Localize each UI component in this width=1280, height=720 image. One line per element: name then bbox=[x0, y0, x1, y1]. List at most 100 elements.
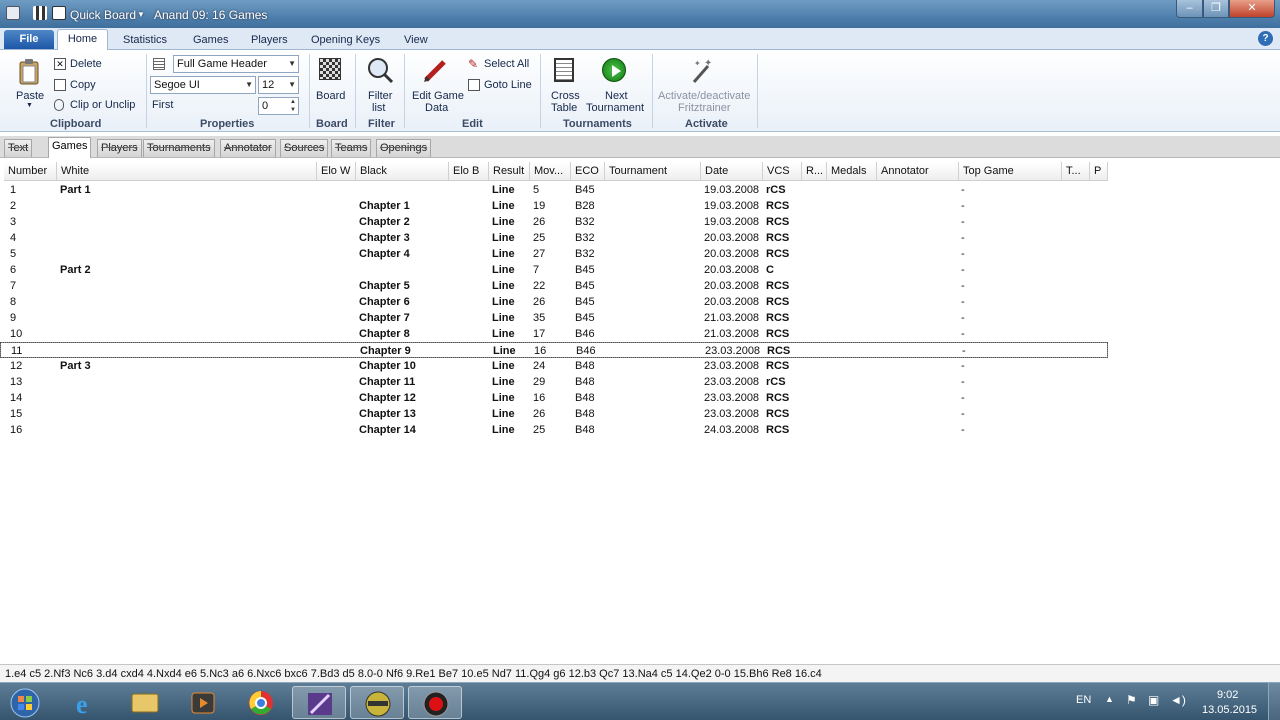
delete-button[interactable]: Delete bbox=[70, 58, 102, 70]
subtab-tournaments[interactable]: Tournaments bbox=[143, 139, 215, 157]
column-header[interactable]: VCS bbox=[763, 162, 802, 181]
network-icon[interactable]: ▣ bbox=[1148, 693, 1159, 707]
tab-games[interactable]: Games bbox=[193, 31, 228, 50]
fritz-taskbar-button[interactable] bbox=[350, 686, 404, 719]
media-player-icon[interactable] bbox=[176, 686, 230, 719]
edit-game-data-label-2[interactable]: Data bbox=[425, 102, 448, 114]
wand-icon[interactable]: ✦ ✦ bbox=[690, 56, 716, 84]
font-select[interactable]: Segoe UI ▼ bbox=[150, 76, 256, 94]
next-tournament-button[interactable]: Next bbox=[605, 90, 628, 102]
tab-players[interactable]: Players bbox=[251, 31, 288, 50]
column-header[interactable]: Medals bbox=[827, 162, 877, 181]
subtab-teams[interactable]: Teams bbox=[331, 139, 372, 157]
table-row[interactable]: 6 Part 2 Line 7 B45 20.03.2008 C - bbox=[0, 262, 1108, 278]
subtab-players[interactable]: Players bbox=[97, 139, 142, 157]
table-row[interactable]: 7 Chapter 5 Line 22 B45 20.03.2008 RCS - bbox=[0, 278, 1108, 294]
column-header[interactable]: Elo B bbox=[449, 162, 489, 181]
subtab-games[interactable]: Games bbox=[48, 137, 92, 158]
record-taskbar-button[interactable] bbox=[408, 686, 462, 719]
tab-statistics[interactable]: Statistics bbox=[123, 31, 167, 50]
tab-file[interactable]: File bbox=[4, 30, 54, 49]
tab-home[interactable]: Home bbox=[57, 29, 108, 50]
start-button[interactable] bbox=[2, 686, 48, 719]
cross-table-icon[interactable] bbox=[554, 58, 574, 82]
table-row[interactable]: 9 Chapter 7 Line 35 B45 21.03.2008 RCS - bbox=[0, 310, 1108, 326]
volume-icon[interactable]: ◄) bbox=[1170, 693, 1186, 707]
action-center-icon[interactable]: ⚑ bbox=[1126, 693, 1137, 707]
dropdown-icon[interactable]: ▼ bbox=[137, 10, 145, 19]
next-tournament-icon[interactable] bbox=[602, 58, 626, 82]
pen-icon[interactable] bbox=[422, 56, 450, 84]
select-all-button[interactable]: Select All bbox=[484, 58, 529, 70]
activate-fritztrainer-label-2[interactable]: Fritztrainer bbox=[678, 102, 731, 114]
subtab-text[interactable]: Text bbox=[4, 139, 33, 157]
column-header[interactable]: ECO bbox=[571, 162, 605, 181]
clock-date[interactable]: 13.05.2015 bbox=[1202, 704, 1257, 716]
table-row[interactable]: 1 Part 1 Line 5 B45 19.03.2008 rCS - bbox=[0, 182, 1108, 198]
filter-list-button[interactable]: Filter bbox=[368, 90, 392, 102]
next-tournament-label-2[interactable]: Tournament bbox=[586, 102, 644, 114]
column-header[interactable]: Tournament bbox=[605, 162, 701, 181]
table-row[interactable]: 16 Chapter 14 Line 25 B48 24.03.2008 RCS - bbox=[0, 422, 1108, 438]
minimize-button[interactable]: – bbox=[1176, 0, 1203, 18]
stepper-icon[interactable]: ▲ ▼ bbox=[290, 98, 296, 114]
column-header[interactable]: Mov... bbox=[530, 162, 571, 181]
table-row[interactable]: 4 Chapter 3 Line 25 B32 20.03.2008 RCS - bbox=[0, 230, 1108, 246]
window-icon[interactable] bbox=[52, 6, 66, 20]
table-row[interactable]: 2 Chapter 1 Line 19 B28 19.03.2008 RCS - bbox=[0, 198, 1108, 214]
quick-board-label[interactable]: Quick Board bbox=[70, 8, 136, 22]
show-desktop-button[interactable] bbox=[1268, 683, 1280, 720]
chrome-icon[interactable] bbox=[234, 686, 288, 719]
paste-icon[interactable] bbox=[18, 58, 40, 86]
board-button[interactable]: Board bbox=[316, 90, 345, 102]
tab-view[interactable]: View bbox=[404, 31, 428, 50]
clock-time[interactable]: 9:02 bbox=[1217, 689, 1238, 701]
subtab-openings[interactable]: Openings bbox=[376, 139, 432, 157]
table-row[interactable]: 3 Chapter 2 Line 26 B32 19.03.2008 RCS - bbox=[0, 214, 1108, 230]
column-header[interactable]: Black bbox=[356, 162, 449, 181]
column-header[interactable]: R... bbox=[802, 162, 827, 181]
table-row[interactable]: 11 Chapter 9 Line 16 B46 23.03.2008 RCS - bbox=[0, 342, 1108, 358]
table-row[interactable]: 8 Chapter 6 Line 26 B45 20.03.2008 RCS - bbox=[0, 294, 1108, 310]
maximize-button[interactable]: ❐ bbox=[1203, 0, 1229, 18]
column-header[interactable]: P bbox=[1090, 162, 1108, 181]
table-row[interactable]: 5 Chapter 4 Line 27 B32 20.03.2008 RCS - bbox=[0, 246, 1108, 262]
column-header[interactable]: T... bbox=[1062, 162, 1090, 181]
paste-button[interactable]: Paste bbox=[16, 90, 44, 102]
show-hidden-icons-icon[interactable]: ▲ bbox=[1105, 694, 1114, 704]
column-header[interactable]: White bbox=[57, 162, 317, 181]
cross-table-button[interactable]: Cross bbox=[551, 90, 580, 102]
first-stepper[interactable]: 0 ▲ ▼ bbox=[258, 97, 299, 115]
column-header[interactable]: Annotator bbox=[877, 162, 959, 181]
table-row[interactable]: 10 Chapter 8 Line 17 B46 21.03.2008 RCS - bbox=[0, 326, 1108, 342]
table-row[interactable]: 14 Chapter 12 Line 16 B48 23.03.2008 RCS - bbox=[0, 390, 1108, 406]
activate-fritztrainer-button[interactable]: Activate/deactivate bbox=[658, 90, 750, 102]
column-header[interactable]: Result bbox=[489, 162, 530, 181]
table-row[interactable]: 12 Part 3 Chapter 10 Line 24 B48 23.03.2008 RCS… bbox=[0, 358, 1108, 374]
column-header[interactable]: Top Game bbox=[959, 162, 1062, 181]
subtab-annotator[interactable]: Annotator bbox=[220, 139, 276, 157]
subtab-sources[interactable]: Sources bbox=[280, 139, 329, 157]
board-icon[interactable] bbox=[319, 58, 341, 80]
magnifier-icon[interactable] bbox=[366, 56, 394, 84]
column-header[interactable]: Date bbox=[701, 162, 763, 181]
goto-line-button[interactable]: Goto Line bbox=[484, 79, 532, 91]
table-row[interactable]: 15 Chapter 13 Line 26 B48 23.03.2008 RCS - bbox=[0, 406, 1108, 422]
column-header[interactable]: Number bbox=[4, 162, 57, 181]
filter-list-label-2[interactable]: list bbox=[372, 102, 385, 114]
chessbase-taskbar-button[interactable] bbox=[292, 686, 346, 719]
table-row[interactable]: 13 Chapter 11 Line 29 B48 23.03.2008 rCS - bbox=[0, 374, 1108, 390]
internet-explorer-icon[interactable]: e bbox=[60, 686, 114, 719]
app-menu-icon[interactable] bbox=[6, 6, 20, 20]
edit-game-data-button[interactable]: Edit Game bbox=[412, 90, 464, 102]
tab-opening-keys[interactable]: Opening Keys bbox=[311, 31, 380, 50]
paste-dropdown-icon[interactable]: ▼ bbox=[26, 102, 33, 109]
close-button[interactable]: ✕ bbox=[1229, 0, 1275, 18]
header-format-select[interactable]: Full Game Header ▼ bbox=[173, 55, 299, 73]
clip-or-unclip-button[interactable]: Clip or Unclip bbox=[56, 99, 135, 111]
cross-table-label-2[interactable]: Table bbox=[551, 102, 577, 114]
font-size-select[interactable]: 12 ▼ bbox=[258, 76, 299, 94]
copy-button[interactable]: Copy bbox=[70, 79, 96, 91]
language-indicator[interactable]: EN bbox=[1076, 694, 1091, 706]
help-icon[interactable]: ? bbox=[1258, 31, 1273, 46]
